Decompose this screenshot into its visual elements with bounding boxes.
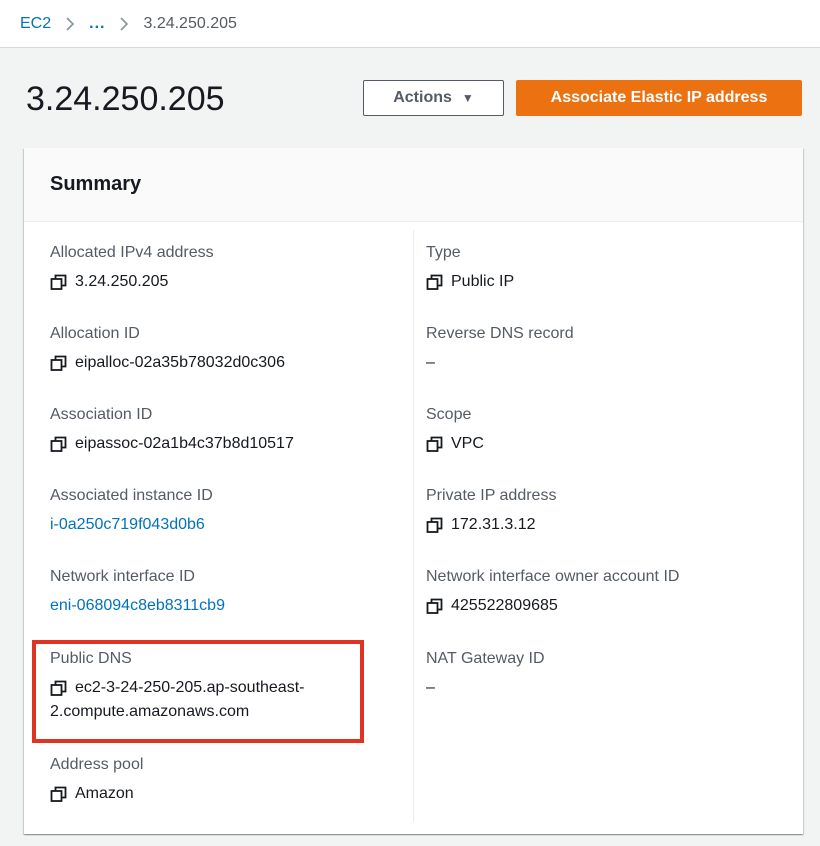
copy-icon[interactable] xyxy=(50,786,67,803)
field-nat-gateway-id: NAT Gateway ID – xyxy=(426,650,545,700)
field-value: 172.31.3.12 xyxy=(451,516,536,533)
field-label: Network interface ID xyxy=(50,568,195,585)
field-label: Allocation ID xyxy=(50,325,140,342)
column-divider xyxy=(413,230,414,822)
chevron-right-icon xyxy=(119,16,129,32)
breadcrumb-current: 3.24.250.205 xyxy=(143,14,237,32)
field-label: Type xyxy=(426,244,461,261)
copy-icon[interactable] xyxy=(426,517,443,534)
chevron-right-icon xyxy=(65,16,75,32)
field-value: eipassoc-02a1b4c37b8d10517 xyxy=(75,435,294,452)
field-value: Amazon xyxy=(75,785,134,802)
breadcrumb-ec2-link[interactable]: EC2 xyxy=(20,15,51,33)
field-label: Associated instance ID xyxy=(50,487,213,504)
field-network-interface-id: Network interface ID eni-068094c8eb8311c… xyxy=(50,568,225,618)
field-association-id: Association ID eipassoc-02a1b4c37b8d1051… xyxy=(50,406,294,456)
field-value: eipalloc-02a35b78032d0c306 xyxy=(75,354,285,371)
field-scope: Scope VPC xyxy=(426,406,484,456)
field-value: – xyxy=(426,679,435,696)
field-associated-instance-id: Associated instance ID i-0a250c719f043d0… xyxy=(50,487,213,537)
actions-button-label: Actions xyxy=(393,89,452,106)
field-owner-account-id: Network interface owner account ID 42552… xyxy=(426,568,679,618)
highlight-box xyxy=(32,640,364,743)
field-label: Reverse DNS record xyxy=(426,325,574,342)
associate-elastic-ip-button[interactable]: Associate Elastic IP address xyxy=(516,80,802,116)
associate-button-label: Associate Elastic IP address xyxy=(550,89,768,106)
field-value: 425522809685 xyxy=(451,597,558,614)
field-value: VPC xyxy=(451,435,484,452)
page-title: 3.24.250.205 xyxy=(26,80,225,118)
copy-icon[interactable] xyxy=(50,436,67,453)
field-private-ip: Private IP address 172.31.3.12 xyxy=(426,487,556,537)
copy-icon[interactable] xyxy=(426,598,443,615)
field-label: Allocated IPv4 address xyxy=(50,244,214,261)
summary-title: Summary xyxy=(50,173,142,195)
field-label: NAT Gateway ID xyxy=(426,650,545,667)
copy-icon[interactable] xyxy=(50,355,67,372)
copy-icon[interactable] xyxy=(426,436,443,453)
field-value: Public IP xyxy=(451,273,515,290)
field-label: Association ID xyxy=(50,406,153,423)
field-type: Type Public IP xyxy=(426,244,514,294)
field-value: – xyxy=(426,354,435,371)
field-value: 3.24.250.205 xyxy=(75,273,169,290)
copy-icon[interactable] xyxy=(50,274,67,291)
instance-id-link[interactable]: i-0a250c719f043d0b6 xyxy=(50,513,205,537)
network-interface-link[interactable]: eni-068094c8eb8311cb9 xyxy=(50,594,225,618)
field-reverse-dns: Reverse DNS record – xyxy=(426,325,574,375)
breadcrumb-ellipsis[interactable]: ... xyxy=(89,15,105,33)
field-allocation-id: Allocation ID eipalloc-02a35b78032d0c306 xyxy=(50,325,285,375)
caret-down-icon: ▼ xyxy=(461,91,474,105)
breadcrumb: EC2 ... 3.24.250.205 xyxy=(0,0,820,48)
copy-icon[interactable] xyxy=(426,274,443,291)
field-label: Scope xyxy=(426,406,472,423)
field-label: Address pool xyxy=(50,756,144,773)
field-label: Private IP address xyxy=(426,487,557,504)
field-label: Network interface owner account ID xyxy=(426,568,680,585)
field-address-pool: Address pool Amazon xyxy=(50,756,143,806)
actions-button[interactable]: Actions ▼ xyxy=(363,80,504,116)
summary-header: Summary xyxy=(24,148,803,222)
field-allocated-ipv4: Allocated IPv4 address 3.24.250.205 xyxy=(50,244,214,294)
